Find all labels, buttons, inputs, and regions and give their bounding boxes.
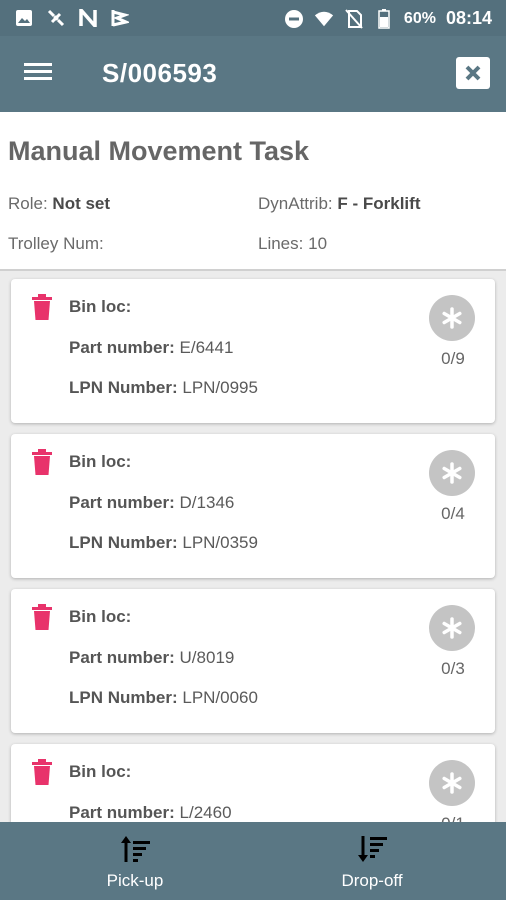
bin-loc-label: Bin loc: (69, 762, 132, 781)
close-button[interactable] (456, 57, 490, 89)
part-number-label: Part number: (69, 493, 175, 512)
lpn-number-label: LPN Number: (69, 533, 178, 552)
lpn-number-label: LPN Number: (69, 378, 178, 397)
part-number-label: Part number: (69, 648, 175, 667)
dropoff-label: Drop-off (341, 871, 403, 890)
list-item[interactable]: Bin loc: Part number: L/2460 LPN Number:… (11, 744, 495, 822)
part-number: Part number: U/8019 (69, 648, 234, 668)
quantity-count: 0/4 (441, 504, 465, 523)
asterisk-icon (442, 462, 462, 484)
bin-loc: Bin loc: (69, 762, 131, 782)
asterisk-icon (442, 772, 462, 794)
asterisk-icon (442, 617, 462, 639)
dynattrib-info: DynAttrib: F - Forklift (258, 194, 420, 214)
bin-loc: Bin loc: (69, 607, 131, 627)
dynattrib-label: DynAttrib: (258, 194, 333, 213)
trash-icon[interactable] (31, 759, 53, 785)
battery-icon (374, 8, 394, 29)
role-value: Not set (52, 194, 111, 213)
pickup-tab[interactable]: Pick-up (55, 822, 215, 900)
quantity-count: 0/3 (441, 659, 465, 678)
trash-icon[interactable] (31, 449, 53, 475)
asterisk-badge[interactable] (429, 295, 475, 341)
pickup-label: Pick-up (106, 871, 164, 890)
part-number: Part number: E/6441 (69, 338, 233, 358)
n-icon (78, 8, 98, 28)
dynattrib-value: F - Forklift (337, 194, 421, 213)
close-icon (465, 65, 481, 81)
part-number-value: L/2460 (179, 803, 232, 822)
bin-loc-label: Bin loc: (69, 452, 132, 471)
status-bar: 60% 08:14 (0, 0, 506, 36)
trolley-label: Trolley Num: (8, 234, 104, 253)
asterisk-badge[interactable] (429, 450, 475, 496)
status-bar-system: 60% 08:14 (284, 8, 492, 29)
list-item[interactable]: Bin loc: Part number: U/8019 LPN Number:… (11, 589, 495, 733)
bin-loc-label: Bin loc: (69, 607, 132, 626)
bin-loc: Bin loc: (69, 452, 131, 472)
lines-label: Lines: (258, 234, 304, 253)
flag-icon (110, 8, 130, 28)
do-not-disturb-icon (284, 9, 304, 29)
hamburger-icon-line (24, 70, 52, 73)
no-sim-icon (344, 8, 364, 29)
part-number-value: E/6441 (179, 338, 234, 357)
app-bar: S/006593 (0, 36, 506, 112)
role-label: Role: (8, 194, 48, 213)
lpn-number: LPN Number: LPN/0359 (69, 533, 258, 553)
hamburger-icon-line (24, 77, 52, 80)
bin-loc: Bin loc: (69, 297, 131, 317)
wifi-icon (314, 9, 334, 29)
part-number: Part number: D/1346 (69, 493, 234, 513)
menu-button[interactable] (24, 60, 56, 88)
part-number-value: D/1346 (179, 493, 235, 512)
list-item[interactable]: Bin loc: Part number: D/1346 LPN Number:… (11, 434, 495, 578)
bin-loc-label: Bin loc: (69, 297, 132, 316)
satellite-icon (46, 8, 66, 28)
lpn-number-label: LPN Number: (69, 688, 178, 707)
sort-down-icon (358, 836, 387, 862)
task-header: Manual Movement Task Role: Not set DynAt… (0, 112, 506, 271)
asterisk-icon (442, 307, 462, 329)
trash-icon[interactable] (31, 604, 53, 630)
battery-percentage: 60% (403, 9, 436, 27)
dropoff-tab[interactable]: Drop-off (292, 822, 452, 900)
part-number-label: Part number: (69, 803, 175, 822)
hamburger-icon (24, 63, 52, 66)
lpn-number-value: LPN/0060 (182, 688, 258, 707)
gallery-icon (14, 8, 34, 28)
part-number-label: Part number: (69, 338, 175, 357)
asterisk-badge[interactable] (429, 605, 475, 651)
list-item[interactable]: Bin loc: Part number: E/6441 LPN Number:… (11, 279, 495, 423)
quantity-count: 0/1 (415, 814, 491, 822)
trash-icon[interactable] (31, 294, 53, 320)
status-bar-notifications (14, 8, 130, 28)
lpn-number-value: LPN/0995 (182, 378, 258, 397)
part-number: Part number: L/2460 (69, 803, 232, 822)
lines-info: Lines: 10 (258, 234, 327, 254)
bottom-nav: Pick-up Drop-off (0, 822, 506, 900)
lpn-number: LPN Number: LPN/0995 (69, 378, 258, 398)
lpn-number-value: LPN/0359 (182, 533, 258, 552)
lpn-number: LPN Number: LPN/0060 (69, 688, 258, 708)
quantity-count: 0/9 (441, 349, 465, 368)
trolley-info: Trolley Num: (8, 234, 104, 254)
page-title: S/006593 (102, 58, 218, 88)
lines-value: 10 (308, 234, 328, 253)
movement-lines-list[interactable]: Bin loc: Part number: E/6441 LPN Number:… (0, 271, 506, 822)
part-number-value: U/8019 (179, 648, 235, 667)
sort-up-icon (121, 836, 150, 862)
clock: 08:14 (445, 8, 492, 28)
asterisk-badge[interactable] (429, 760, 475, 806)
task-title: Manual Movement Task (8, 136, 310, 166)
role-info: Role: Not set (8, 194, 110, 214)
